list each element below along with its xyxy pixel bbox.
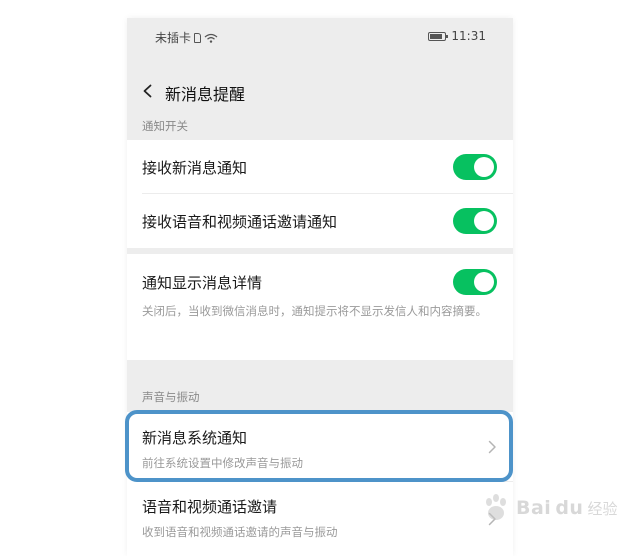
receive-call-invite-toggle[interactable] [453,208,497,234]
setting-title: 新消息系统通知 [142,429,248,447]
toggle-knob [474,211,494,231]
wifi-icon [204,33,218,43]
chevron-right-icon [488,440,496,454]
notification-switch-group: 接收新消息通知 接收语音和视频通话邀请通知 [127,140,513,248]
watermark: Bai du 经验 [480,492,617,524]
page-title: 新消息提醒 [165,85,246,104]
setting-description: 关闭后，当收到微信消息时，通知提示将不显示发信人和内容摘要。 [142,304,487,318]
setting-row-call-invite-sound[interactable]: 语音和视频通话邀请 收到语音和视频通话邀请的声音与振动 [127,482,513,556]
setting-row-receive-call-invite: 接收语音和视频通话邀请通知 [127,194,513,248]
receive-new-message-toggle[interactable] [453,154,497,180]
battery-icon [428,31,449,41]
setting-description: 收到语音和视频通话邀请的声音与振动 [142,525,338,539]
setting-row-show-details: 通知显示消息详情 关闭后，当收到微信消息时，通知提示将不显示发信人和内容摘要。 [127,254,513,360]
carrier-info: 未插卡 [155,29,218,46]
setting-title: 接收语音和视频通话邀请通知 [142,213,338,231]
sim-card-icon [194,32,202,43]
nav-bar: 新消息提醒 [127,54,513,128]
phone-screen: 未插卡 11:31 新消息提醒 通知开关 接收新消息通知 接收语音和视频通话邀请… [127,18,513,556]
setting-title: 接收新消息通知 [142,159,248,177]
setting-row-receive-new-message: 接收新消息通知 [127,140,513,194]
back-arrow-icon[interactable] [141,84,155,98]
setting-title: 语音和视频通话邀请 [142,498,278,516]
toggle-knob [474,272,494,292]
status-bar: 未插卡 11:31 [127,18,513,54]
watermark-brand: Bai [516,497,552,519]
setting-title: 通知显示消息详情 [142,274,263,292]
setting-row-system-notification[interactable]: 新消息系统通知 前往系统设置中修改声音与振动 [127,412,513,482]
watermark-sub: 经验 [587,499,618,518]
baidu-paw-icon [486,494,506,520]
toggle-knob [474,157,494,177]
status-right: 11:31 [428,29,486,43]
carrier-text: 未插卡 [155,31,192,45]
clock: 11:31 [451,29,486,43]
section-label-sound-vibration: 声音与振动 [142,390,200,404]
setting-description: 前往系统设置中修改声音与振动 [142,456,303,470]
watermark-brand-suffix: du [555,497,584,519]
sound-vibration-group: 新消息系统通知 前往系统设置中修改声音与振动 语音和视频通话邀请 收到语音和视频… [127,412,513,556]
show-details-group: 通知显示消息详情 关闭后，当收到微信消息时，通知提示将不显示发信人和内容摘要。 [127,254,513,360]
show-details-toggle[interactable] [453,269,497,295]
section-label-notification-switch: 通知开关 [142,119,188,133]
